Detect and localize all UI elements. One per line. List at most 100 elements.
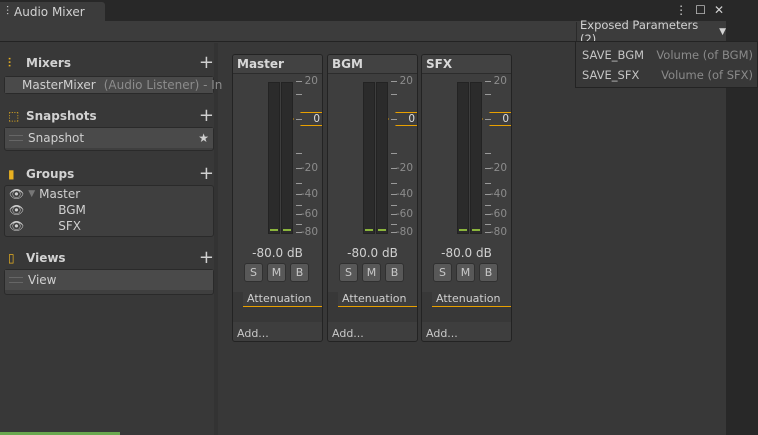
meter-level [378,229,386,231]
add-effect-button[interactable]: Add... [426,327,458,340]
scale-label: -80 [395,226,413,238]
scale-tick [296,224,302,225]
volume-fader-handle[interactable]: 0 [388,112,417,126]
add-effect-button[interactable]: Add... [332,327,364,340]
volume-readout: -80.0 dB [347,246,398,260]
scale-tick [296,183,302,184]
solo-button[interactable]: S [339,263,358,282]
exposed-param-item[interactable]: SAVE_SFX Volume (of SFX) [576,65,757,85]
meter-level [270,229,278,231]
scale-tick [391,81,397,82]
add-snapshot-button[interactable]: + [199,107,214,125]
window-controls: ⋮ ☐ ✕ [675,3,724,17]
meter-level [459,229,467,231]
scale-tick [485,153,491,154]
scale-label: -80 [300,226,318,238]
triangle-down-icon[interactable]: ▼ [28,189,35,199]
scale-tick [391,153,397,154]
scale-tick [296,153,302,154]
eye-icon[interactable]: 👁 [9,219,24,233]
meter-level [283,229,291,231]
effects-area: Attenuation [422,292,511,322]
scale-tick [485,81,491,82]
list-item[interactable]: Snapshot ★ [5,128,213,148]
eye-icon[interactable]: 👁 [9,187,24,201]
scale-label: 20 [399,75,413,87]
level-meter-left [363,82,375,234]
mixers-list: MasterMixer (Audio Listener) - In [4,76,222,94]
list-item[interactable]: 👁 SFX [5,218,213,234]
scale-tick [391,205,397,206]
scale-tick [296,205,302,206]
solo-button[interactable]: S [433,263,452,282]
strip-buttons: S M B [244,263,309,282]
snapshots-header: ⬚ Snapshots + [8,105,214,126]
volume-readout: -80.0 dB [252,246,303,260]
scale-label: -60 [300,208,318,220]
effects-area: Attenuation [233,292,322,322]
kebab-menu-icon[interactable]: ⋮ [675,3,687,17]
add-effect-button[interactable]: Add... [237,327,269,340]
list-item[interactable]: MasterMixer (Audio Listener) - In [5,77,222,93]
scale-label: -40 [300,188,318,200]
add-view-button[interactable]: + [199,249,214,267]
scale-label: 20 [304,75,318,87]
drag-handle-icon[interactable] [9,135,23,141]
groups-header: ▮ Groups + [8,163,214,184]
groups-list: 👁 ▼ Master 👁 BGM 👁 SFX [4,185,214,237]
chevron-down-icon: ▼ [719,26,726,37]
mixer-strip-bgm: BGM 20 -20 -40 -60 -80 0 -80.0 dB S M B Atten… [327,54,418,342]
strip-title: Master [233,55,322,74]
scale-tick [296,94,302,95]
star-icon[interactable]: ★ [198,131,209,145]
close-icon[interactable]: ✕ [714,3,724,17]
bypass-button[interactable]: B [479,263,498,282]
effect-attenuation[interactable]: Attenuation [338,292,417,307]
add-group-button[interactable]: + [199,165,214,183]
level-meter-left [457,82,469,234]
scale-tick [485,205,491,206]
list-item[interactable]: View [5,270,213,290]
maximize-icon[interactable]: ☐ [695,3,706,17]
add-mixer-button[interactable]: + [199,54,214,72]
mute-button[interactable]: M [362,263,381,282]
effect-attenuation[interactable]: Attenuation [432,292,511,307]
bypass-button[interactable]: B [385,263,404,282]
mixers-header: ⫶ Mixers + [8,52,214,73]
effects-area: Attenuation [328,292,417,322]
volume-fader-handle[interactable]: 0 [293,112,322,126]
scale-label: -60 [489,208,507,220]
exposed-param-item[interactable]: SAVE_BGM Volume (of BGM) [576,45,757,65]
scale-label: 20 [493,75,507,87]
snapshot-icon: ⬚ [8,109,20,123]
scale-tick [485,94,491,95]
exposed-parameters-dropdown[interactable]: Exposed Parameters (2) ▼ [576,18,726,46]
scale-label: -80 [489,226,507,238]
scale-label: -40 [395,188,413,200]
tab-audio-mixer[interactable]: ⫶ Audio Mixer [0,2,105,21]
drag-handle-icon[interactable] [9,277,23,283]
views-icon: ▯ [8,251,15,265]
views-header: ▯ Views + [8,247,214,268]
effect-attenuation[interactable]: Attenuation [243,292,322,307]
scale-label: -20 [395,162,413,174]
level-meter-right [281,82,293,234]
eye-icon[interactable]: 👁 [9,203,24,217]
solo-button[interactable]: S [244,263,263,282]
scale-label: -60 [395,208,413,220]
level-meter-right [470,82,482,234]
exposed-parameters-popup: SAVE_BGM Volume (of BGM) SAVE_SFX Volume (… [575,41,758,88]
scale-label: -20 [489,162,507,174]
bypass-button[interactable]: B [290,263,309,282]
volume-fader-handle[interactable]: 0 [482,112,511,126]
scale-tick [485,224,491,225]
mute-button[interactable]: M [267,263,286,282]
views-list: View [4,269,214,295]
level-meter-right [376,82,388,234]
sidebar: ⫶ Mixers + MasterMixer (Audio Listener) - I… [0,43,222,435]
list-item[interactable]: 👁 ▼ Master [5,186,213,202]
strip-buttons: S M B [433,263,498,282]
mute-button[interactable]: M [456,263,475,282]
scale-tick [391,183,397,184]
list-item[interactable]: 👁 BGM [5,202,213,218]
